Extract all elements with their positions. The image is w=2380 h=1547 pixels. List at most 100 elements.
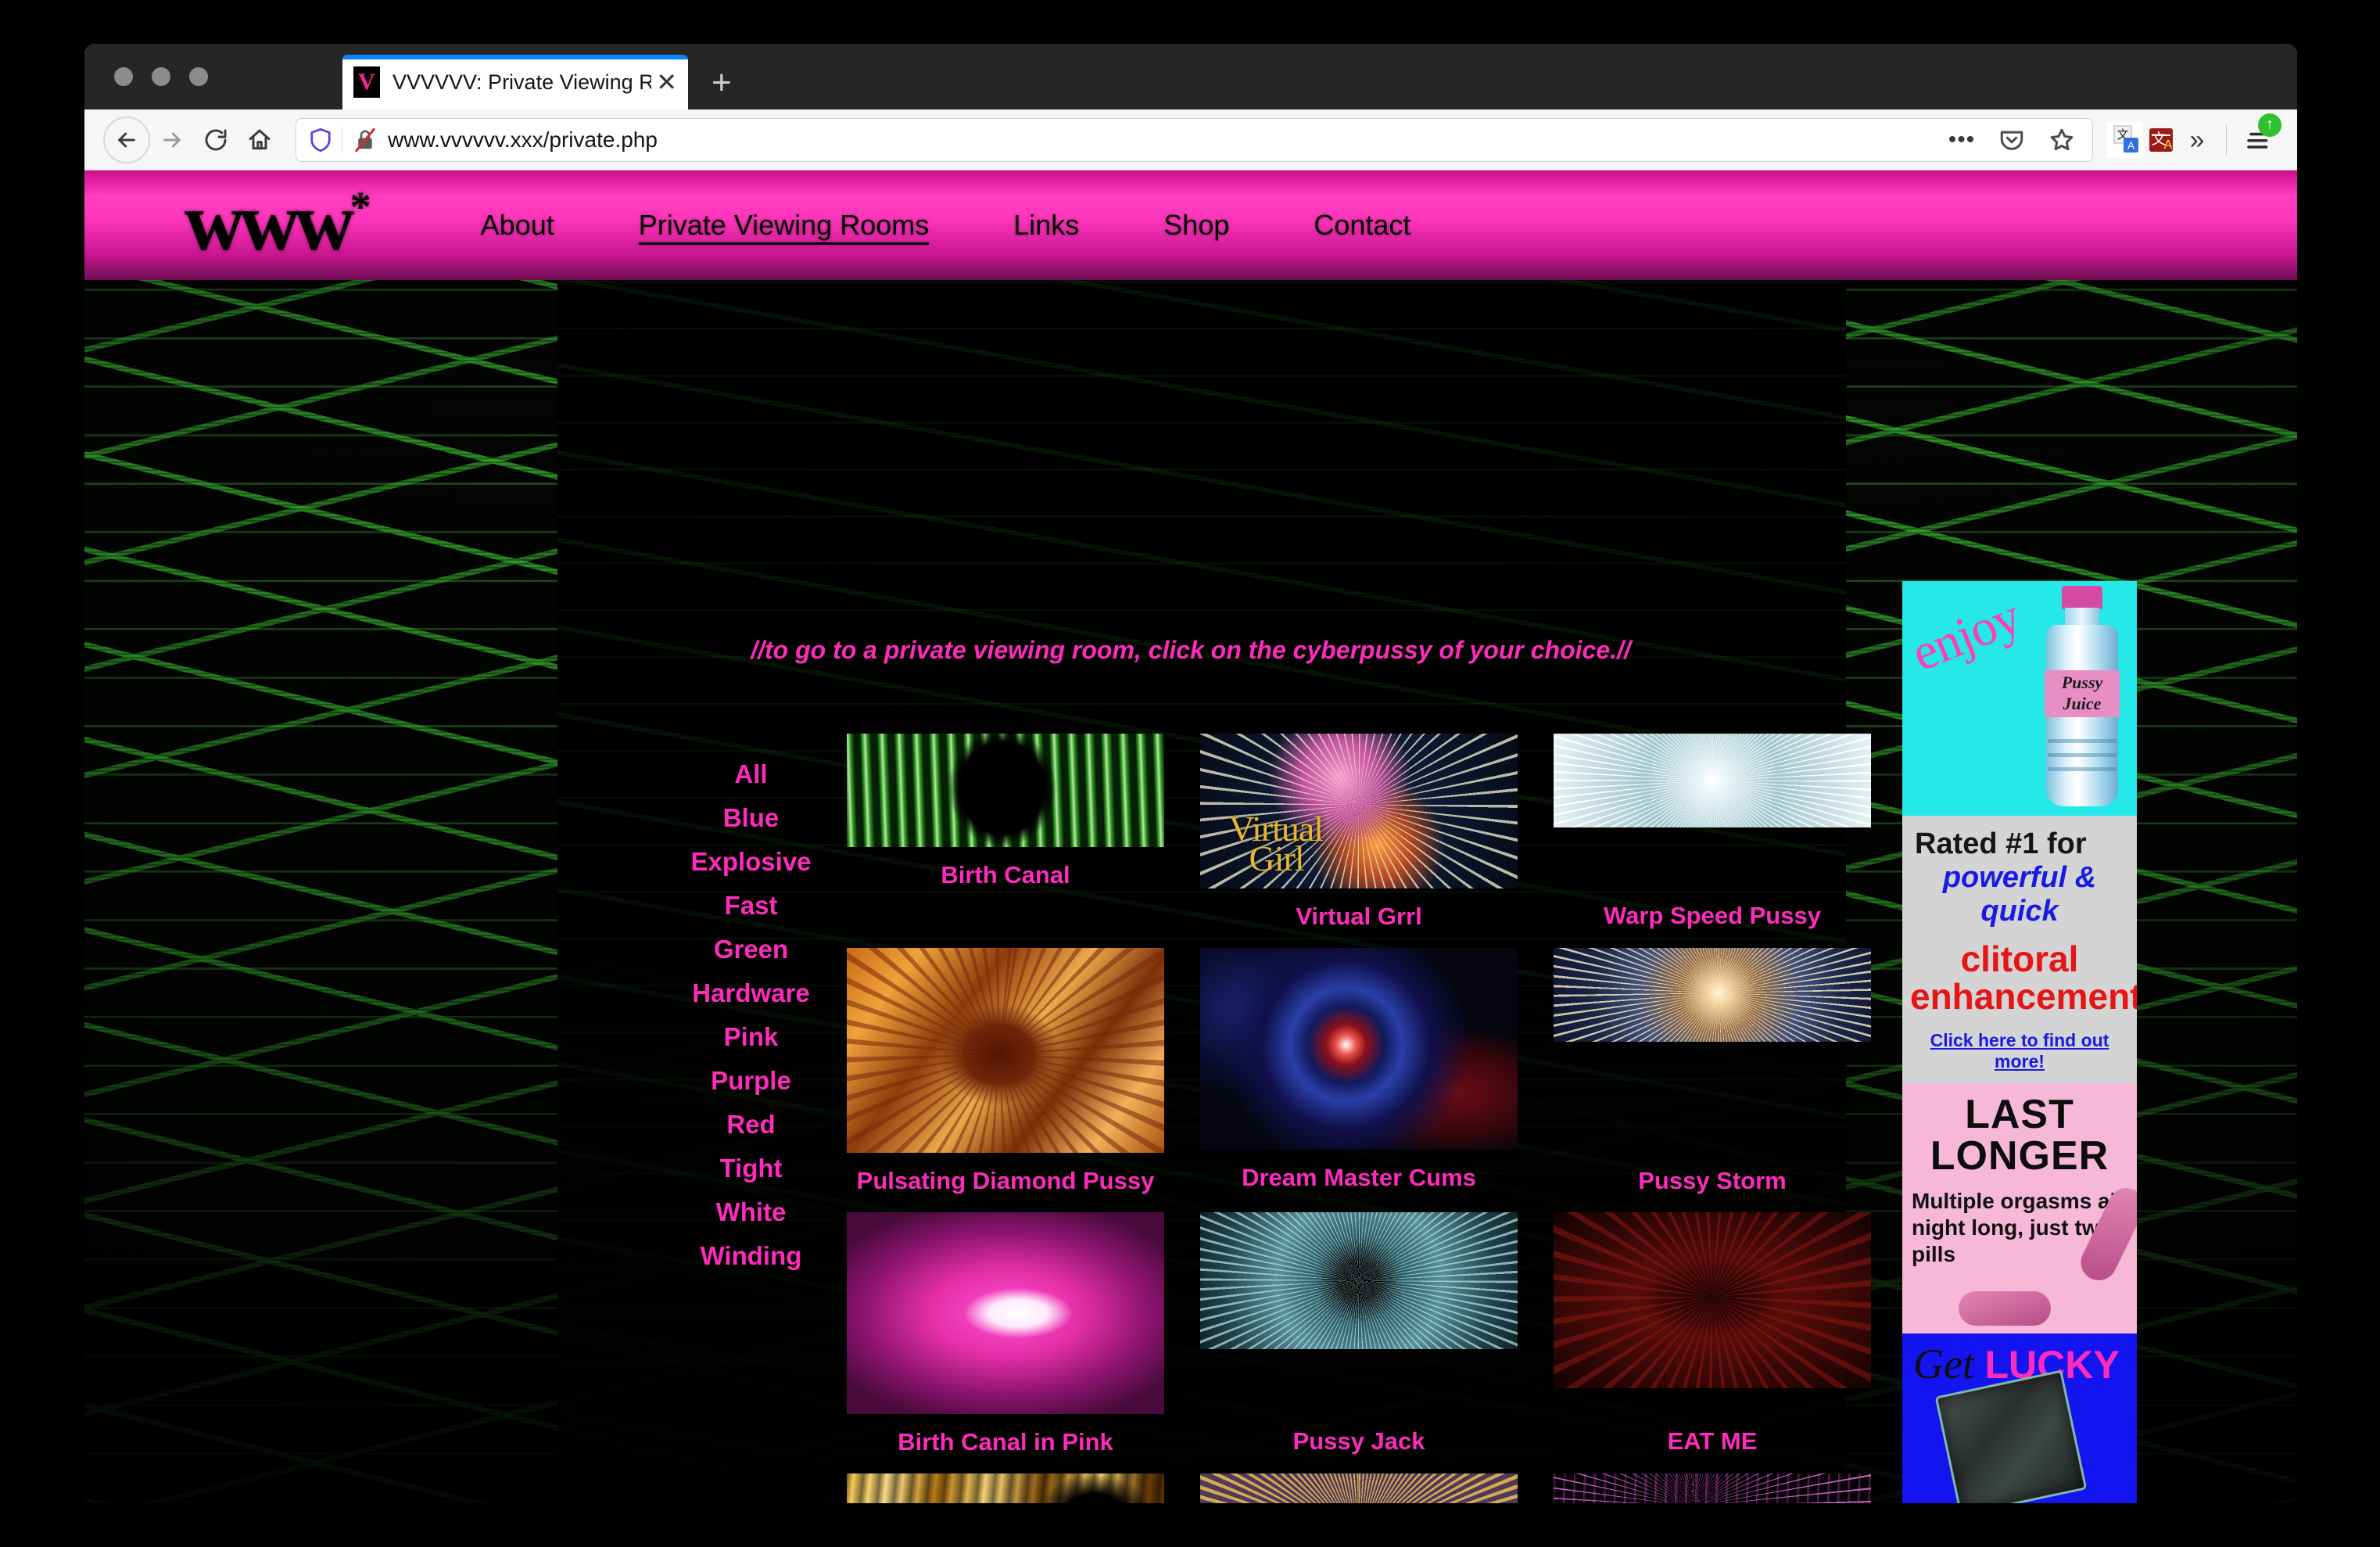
filter-pink[interactable]: Pink <box>659 1024 843 1050</box>
ad-pussy-juice[interactable]: enjoy Pussy Juice <box>1902 581 2137 816</box>
thumbnail-cell-birth-canal-in-pink[interactable]: Birth Canal in Pink <box>847 1212 1164 1473</box>
thumbnail-row <box>847 1473 1871 1503</box>
filter-green[interactable]: Green <box>659 936 843 962</box>
bottle-rib <box>2048 753 2117 757</box>
page-actions-icon[interactable]: ••• <box>1944 122 1980 158</box>
thumbnail-cell-birth-canal[interactable]: Birth Canal <box>847 734 1164 948</box>
virtual-girl-overlay-text: Virtual Girl <box>1229 811 1324 876</box>
ad-rated-link[interactable]: Click here to find out more! <box>1910 1030 2129 1072</box>
thumbnail-image-pulsating-diamond-pussy[interactable] <box>847 948 1164 1153</box>
nav-item-links[interactable]: Links <box>971 209 1121 242</box>
page-viewport: www* About Private Viewing Rooms Links S… <box>84 170 2297 1503</box>
filter-blue[interactable]: Blue <box>659 805 843 831</box>
filter-explosive[interactable]: Explosive <box>659 849 843 874</box>
tab-strip: V VVVVVV: Private Viewing Rooms ✕ + <box>342 44 732 109</box>
tracking-shield-icon[interactable] <box>309 127 332 153</box>
minimize-window-button[interactable] <box>152 67 170 86</box>
url-text[interactable]: www.vvvvvv.xxx/private.php <box>388 127 1944 153</box>
nav-item-contact[interactable]: Contact <box>1271 209 1453 242</box>
close-window-button[interactable] <box>114 67 133 86</box>
thumbnail-cell-row4-1[interactable] <box>847 1473 1164 1503</box>
thumbnail-image-row4-3[interactable] <box>1554 1473 1871 1503</box>
filter-white[interactable]: White <box>659 1199 843 1225</box>
bookmark-star-icon[interactable] <box>2044 122 2080 158</box>
translate-page-icon[interactable]: 文 A <box>2143 122 2179 158</box>
thumbnail-image-virtual-grrl[interactable]: Virtual Girl <box>1200 734 1518 888</box>
thumbnail-image-eat-me[interactable] <box>1554 1212 1871 1388</box>
overflow-chevrons-icon[interactable]: » <box>2179 122 2215 158</box>
thumbnail-image-warp-speed-pussy[interactable] <box>1554 734 1871 827</box>
maximize-window-button[interactable] <box>189 67 208 86</box>
thumbnail-caption[interactable]: Pulsating Diamond Pussy <box>847 1153 1164 1212</box>
nav-item-private-viewing-rooms[interactable]: Private Viewing Rooms <box>597 209 972 242</box>
translate-extension-icon[interactable]: 文 A <box>2107 121 2143 158</box>
thumbnail-cell-pussy-storm[interactable]: Pussy Storm <box>1554 948 1871 1212</box>
thumbnail-image-row4-2[interactable] <box>1200 1473 1518 1503</box>
svg-text:A: A <box>2164 138 2173 152</box>
advertisement-rail: enjoy Pussy Juice Rated #1 for powerful … <box>1902 581 2137 1503</box>
ad-last-longer[interactable]: LAST LONGER Multiple orgasms all night l… <box>1902 1082 2137 1333</box>
toolbar-divider-2 <box>2226 124 2227 156</box>
filter-winding[interactable]: Winding <box>659 1243 843 1269</box>
thumbnail-caption[interactable]: Pussy Storm <box>1554 1042 1871 1212</box>
filter-red[interactable]: Red <box>659 1111 843 1137</box>
new-tab-icon[interactable]: + <box>711 66 732 100</box>
thumbnail-image-birth-canal-in-pink[interactable] <box>847 1212 1164 1414</box>
browser-tab[interactable]: V VVVVVV: Private Viewing Rooms ✕ <box>342 55 688 109</box>
nav-item-shop[interactable]: Shop <box>1121 209 1271 242</box>
address-bar[interactable]: www.vvvvvv.xxx/private.php ••• <box>296 117 2093 162</box>
thumbnail-image-dream-master-cums[interactable] <box>1200 948 1518 1150</box>
ad-lucky-subline: in our shop <box>1909 1499 2087 1503</box>
thumbnail-cell-eat-me[interactable]: EAT ME <box>1554 1212 1871 1473</box>
close-tab-icon[interactable]: ✕ <box>656 70 677 95</box>
thumbnail-caption[interactable]: Warp Speed Pussy <box>1554 827 1871 947</box>
thumbnail-cell-pulsating-diamond-pussy[interactable]: Pulsating Diamond Pussy <box>847 948 1164 1212</box>
forward-icon[interactable] <box>150 118 194 162</box>
filter-fast[interactable]: Fast <box>659 892 843 918</box>
thumbnail-image-pussy-jack[interactable] <box>1200 1212 1518 1349</box>
thumbnail-caption[interactable]: Birth Canal <box>847 847 1164 906</box>
window-traffic-lights <box>114 67 208 86</box>
thumbnail-image-birth-canal[interactable] <box>847 734 1164 847</box>
thumbnail-caption[interactable]: Virtual Grrl <box>1200 888 1518 948</box>
nav-item-about[interactable]: About <box>439 209 597 242</box>
filter-hardware[interactable]: Hardware <box>659 980 843 1006</box>
pocket-icon[interactable] <box>1994 122 2030 158</box>
thumbnail-caption[interactable]: Dream Master Cums <box>1200 1150 1518 1209</box>
thumbnail-caption[interactable]: Birth Canal in Pink <box>847 1414 1164 1473</box>
thumbnail-cell-virtual-grrl[interactable]: Virtual Girl Virtual Grrl <box>1200 734 1518 948</box>
thumbnail-caption[interactable]: Pussy Jack <box>1200 1349 1518 1473</box>
reload-icon[interactable] <box>194 118 238 162</box>
thumbnail-cell-row4-3[interactable] <box>1554 1473 1871 1503</box>
browser-toolbar: www.vvvvvv.xxx/private.php ••• 文 A 文 A »… <box>84 109 2297 170</box>
thumbnail-cell-pussy-jack[interactable]: Pussy Jack <box>1200 1212 1518 1473</box>
site-logo-text: www <box>185 176 355 267</box>
bottle-label: Pussy Juice <box>2045 670 2120 717</box>
tab-title: VVVVVV: Private Viewing Rooms <box>392 70 652 94</box>
thumbnail-caption[interactable]: EAT ME <box>1554 1388 1871 1473</box>
ad-clitoral-enhancement[interactable]: Rated #1 for powerful & quick clitoral e… <box>1902 816 2137 1083</box>
back-icon[interactable] <box>103 116 150 163</box>
filter-purple[interactable]: Purple <box>659 1068 843 1093</box>
thumbnail-image-pussy-storm[interactable] <box>1554 948 1871 1042</box>
thumbnail-cell-dream-master-cums[interactable]: Dream Master Cums <box>1200 948 1518 1212</box>
update-available-badge[interactable]: ↑ <box>2258 113 2281 137</box>
water-bottle-icon: Pussy Juice <box>2041 586 2123 809</box>
svg-text:A: A <box>2127 139 2135 152</box>
favicon-icon: V <box>353 66 380 98</box>
filter-all[interactable]: All <box>659 761 843 787</box>
filter-tight[interactable]: Tight <box>659 1155 843 1181</box>
browser-window: V VVVVVV: Private Viewing Rooms ✕ + <box>84 44 2297 1503</box>
thumbnail-cell-row4-2[interactable] <box>1200 1473 1518 1503</box>
thumbnail-image-row4-1[interactable] <box>847 1473 1164 1503</box>
bottle-cap <box>2062 586 2102 609</box>
ad-last-line2: LONGER <box>1930 1132 2109 1179</box>
ad-get-lucky[interactable]: Get LUCKY in our shop ;) <box>1902 1333 2137 1503</box>
insecure-connection-icon[interactable] <box>353 127 377 153</box>
site-nav: About Private Viewing Rooms Links Shop C… <box>439 209 1453 242</box>
app-menu-icon[interactable]: ↑ <box>2238 113 2281 160</box>
thumbnail-cell-warp-speed-pussy[interactable]: Warp Speed Pussy <box>1554 734 1871 948</box>
browser-titlebar: V VVVVVV: Private Viewing Rooms ✕ + <box>84 44 2297 109</box>
home-icon[interactable] <box>238 118 281 162</box>
site-logo[interactable]: www* <box>185 181 371 264</box>
